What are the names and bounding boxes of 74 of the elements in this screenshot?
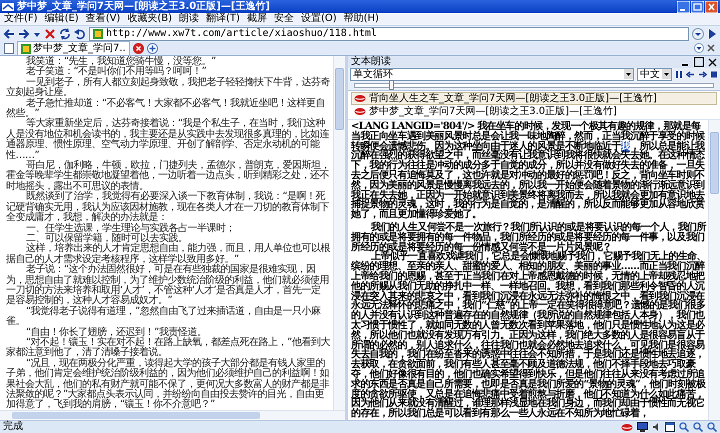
article-paragraph: 二、可以保留学籍，随时可以去实践。 — [25, 234, 188, 244]
window-title: 梦中梦_文章_学问7天网—[朗读之王3.0正版]—[王逸竹] — [17, 0, 271, 12]
maximize-button[interactable] — [691, 0, 704, 12]
vertical-scrollbar[interactable] — [333, 56, 345, 410]
maximize-icon[interactable] — [694, 57, 704, 67]
menu-item[interactable]: 帮助(H) — [344, 13, 379, 25]
slider-track[interactable] — [354, 83, 714, 88]
menu-item[interactable]: 文件(F) — [4, 13, 38, 25]
vertical-scrollbar[interactable] — [708, 120, 720, 420]
article-paragraph: 一见到老子，所有人都立刻起身致敬，我把老子轻轻搀扶下牛背，达芬奇立刻起身让座。 — [6, 78, 330, 98]
mode-dropdown[interactable]: 单文循环 — [350, 68, 634, 80]
browser-tab[interactable]: 梦中梦_文章_学问7.. — [17, 41, 130, 55]
language-dropdown[interactable]: 中文 — [637, 68, 672, 80]
minimize-button[interactable] — [677, 0, 690, 12]
caret-icon — [662, 69, 671, 79]
slider-thumb[interactable] — [388, 80, 394, 90]
article-paragraph: “对不起！镶玉！实在对不起！在路上缺氧，都差点死在路上，”他看到大家都注意到他了，清了清嗓子接着说。 — [6, 338, 330, 358]
lips-icon — [354, 107, 366, 116]
menu-item[interactable]: 设置(O) — [300, 13, 337, 25]
menu-item[interactable]: 收藏夹(B) — [127, 13, 172, 25]
status-text: 完成 — [3, 421, 24, 433]
tab-close-icon[interactable] — [132, 42, 144, 54]
article-paragraph: “自由！你长了翅膀，还迟到！”我责怪道。 — [25, 328, 208, 338]
zoom-icon[interactable] — [693, 422, 703, 432]
window-icon[interactable] — [665, 422, 675, 432]
close-icon[interactable] — [708, 58, 717, 66]
menu-item[interactable]: 截屏 — [246, 13, 267, 25]
next-button[interactable] — [698, 70, 707, 78]
article-paragraph: 我笑道：“先生，我知道您骑牛慢，没等您。” — [25, 57, 217, 67]
playlist-item[interactable]: 背向坐人生之车_文章_学问7天网—[朗读之王3.0正版]—[王逸竹] — [351, 92, 717, 105]
undo-button[interactable] — [74, 28, 86, 40]
pause-button[interactable] — [675, 70, 683, 78]
close-button[interactable] — [705, 0, 718, 12]
article-paragraph: 等大家重新坐定后，达芬奇接着说：“我是个私生子，在当时，我们这种人是没有地位和机会读书的，我主要还是从实践中去发现很多真理的，比如连通器原理、惯性原理、空气动力学原理、开创了解剖学、否定永动机的可能性……” — [6, 119, 330, 161]
lips-icon[interactable] — [621, 422, 633, 432]
article-paragraph: 老子说：“这个办法固然很好，可是在有些独裁的国家是很难实现，因为，思想自由了就难以控制，为了维护少数统治阶级的利益，他们就必须使用一刀切的方法来培养和取用‘人才’，不管这种‘人才’是否真是人才，首先一定是容易控制的，这种人才容易成奴才。” — [6, 265, 330, 306]
menu-item[interactable]: 查看(V) — [86, 13, 120, 25]
lips-icon — [354, 94, 366, 103]
go-button[interactable] — [707, 28, 717, 40]
site-icon — [21, 44, 31, 54]
caret-icon[interactable] — [694, 43, 704, 53]
playlist-item[interactable]: 梦中梦_文章_学问7天网—[朗读之王3.0正版]—[王逸竹] — [351, 105, 717, 118]
back-button[interactable] — [3, 28, 15, 40]
article-paragraph: 老子笑道：“不是叫你们不用等吗？呵呵！” — [25, 67, 206, 78]
menu-item[interactable]: 翻译(T) — [206, 13, 240, 25]
stop-button[interactable] — [44, 28, 56, 40]
menu-item[interactable]: 朗读 — [179, 13, 200, 25]
page-icon[interactable] — [4, 42, 14, 54]
zoom-icon[interactable] — [679, 422, 689, 432]
site-icon — [93, 28, 103, 38]
menu-item[interactable]: 编辑(E) — [44, 13, 79, 25]
panel-title: 文本朗读 — [351, 56, 392, 68]
article-paragraph: 既然谈到了治学，我觉得有必要深入谈一下教育体制，我说：“是啊！死记硬背确实无用，我认为应该因材施教，现在各类人才在一刀切的教育体制下全变成庸才，我想，解决的办法就是： — [6, 192, 330, 224]
previous-button[interactable] — [686, 70, 695, 78]
close-icon[interactable] — [706, 43, 716, 53]
zoom-icon[interactable] — [707, 422, 717, 432]
forward-button[interactable] — [18, 28, 30, 40]
caret-icon — [624, 69, 633, 79]
menu-item[interactable]: 安全 — [274, 13, 294, 25]
dropdown-icon[interactable] — [692, 28, 704, 40]
article-paragraph: 这样，培养出来的人才肯定思想自由，能力强，而且，用人单位也可以根据自己的人才需求设定考核程序，这样学以致用多好。” — [6, 244, 330, 265]
new-tab-icon[interactable] — [146, 42, 158, 54]
monitor-icon[interactable] — [637, 422, 648, 432]
refresh-button[interactable] — [59, 28, 71, 40]
article-paragraph: 哥白尼，伽利略，牛顿，欧拉，门捷列夫，孟德尔，普朗克，爱因斯坦，霍金等晚辈学生都崇敬地凝望着他，一边听着一边点头，听到精彩之处，还不时地摇头，露出不可思议的表情。 — [6, 161, 330, 192]
horizontal-scrollbar[interactable] — [0, 410, 345, 420]
reading-paragraph: 上帝似乎一直喜欢戏谑我们，它总是会慷慨地赐予我们，它赐予我们无上的生命、缤纷的理想、至亲的亲人、甜蜜的爱人、相知的朋友、美丽的事业……而正当我们沉醉上帝给我们的恩赐，甚至于正当我们在对上帝感恩戴德的时候，无情的上帝却残忍地把他的所赐从我们无助的挣扎中一样、一样地召回。我想，看到我们那些利令智昏的人沉浸在突入其来的悲哀之中，看到我们沉浸在永远无法弥补的悔恨之中，看到我们沉浸在永远无法释怀的悲痛之中，我们“仁慈”的上帝一定在笑得很得意吧？遗憾的是我们很多的人并没有认识到这种普遍存在的自然规律（我所说的自然规律包括人本身），我们也太习惯于惯性了，就如同无数的人曾无数次看到苹果落地，他们只是惯性地认为这是必然，所以他们也就没有发现万有引力。正因为这样，我们绝大多数的人是很容易盲从于所谓的必然的，别人追求什么，往往我们也就会必然地去追求什么，可见我们是很容易失去自我的，我们在纷至沓来的诱惑中往往会不知所措，于是我们还是惯性地去追逐，去获取，在贪欲面前，我们有些人甚至毫不顾及道德法规，他们不择手段地去巧取豪夺，他们好像很有目的，他们也确实希望得到快乐，但是他们往往从来没有考虑过所追求的东西是否真是自己所需要，也即是否真是我们所爱的“景物的灵魂”，他们时刻被极度的贪欲所驱使，又总是在追悔悲痛中受着煎熬与折磨，他们不知道为什么如此痛苦，因为他们从来就没有清醒过，谁理那样浅显地在我们身边，而我们却由于惯性而无视它的存在，所以我们总是可以看到有那么一些人永远在不知所为地忙碌着， — [351, 252, 706, 419]
article-paragraph: “我觉得老子说得有道理，”忽然自由飞了过来插话道，自由是一只小麻雀。 — [6, 306, 322, 328]
article-paragraph: “况且，现在两极分化严重，读得起大学的孩子大部分都是有钱人家里的子弟，他们肯定会维护统治阶级利益的，因为他们必须维护自己的利益啊！如果社会大乱，他们的私有财产就可能不保了，更何况大多数富人的财产都是非法聚敛的呢？”大家都点头表示认同，并纷纷向自由投去赞许的目光，自由更加得意了，飞到我的肩膀，“镶玉！你不介意吧？” — [6, 358, 330, 411]
address-field[interactable]: http://www.xw7t.com/article/xiaoshuo/118.html — [89, 26, 689, 40]
stop-button[interactable] — [710, 70, 718, 78]
speaker-icon[interactable] — [652, 422, 661, 432]
app-icon — [2, 2, 14, 12]
article-paragraph: 一、任学生选课，学生理论与实践各占一半课时； — [25, 224, 236, 234]
